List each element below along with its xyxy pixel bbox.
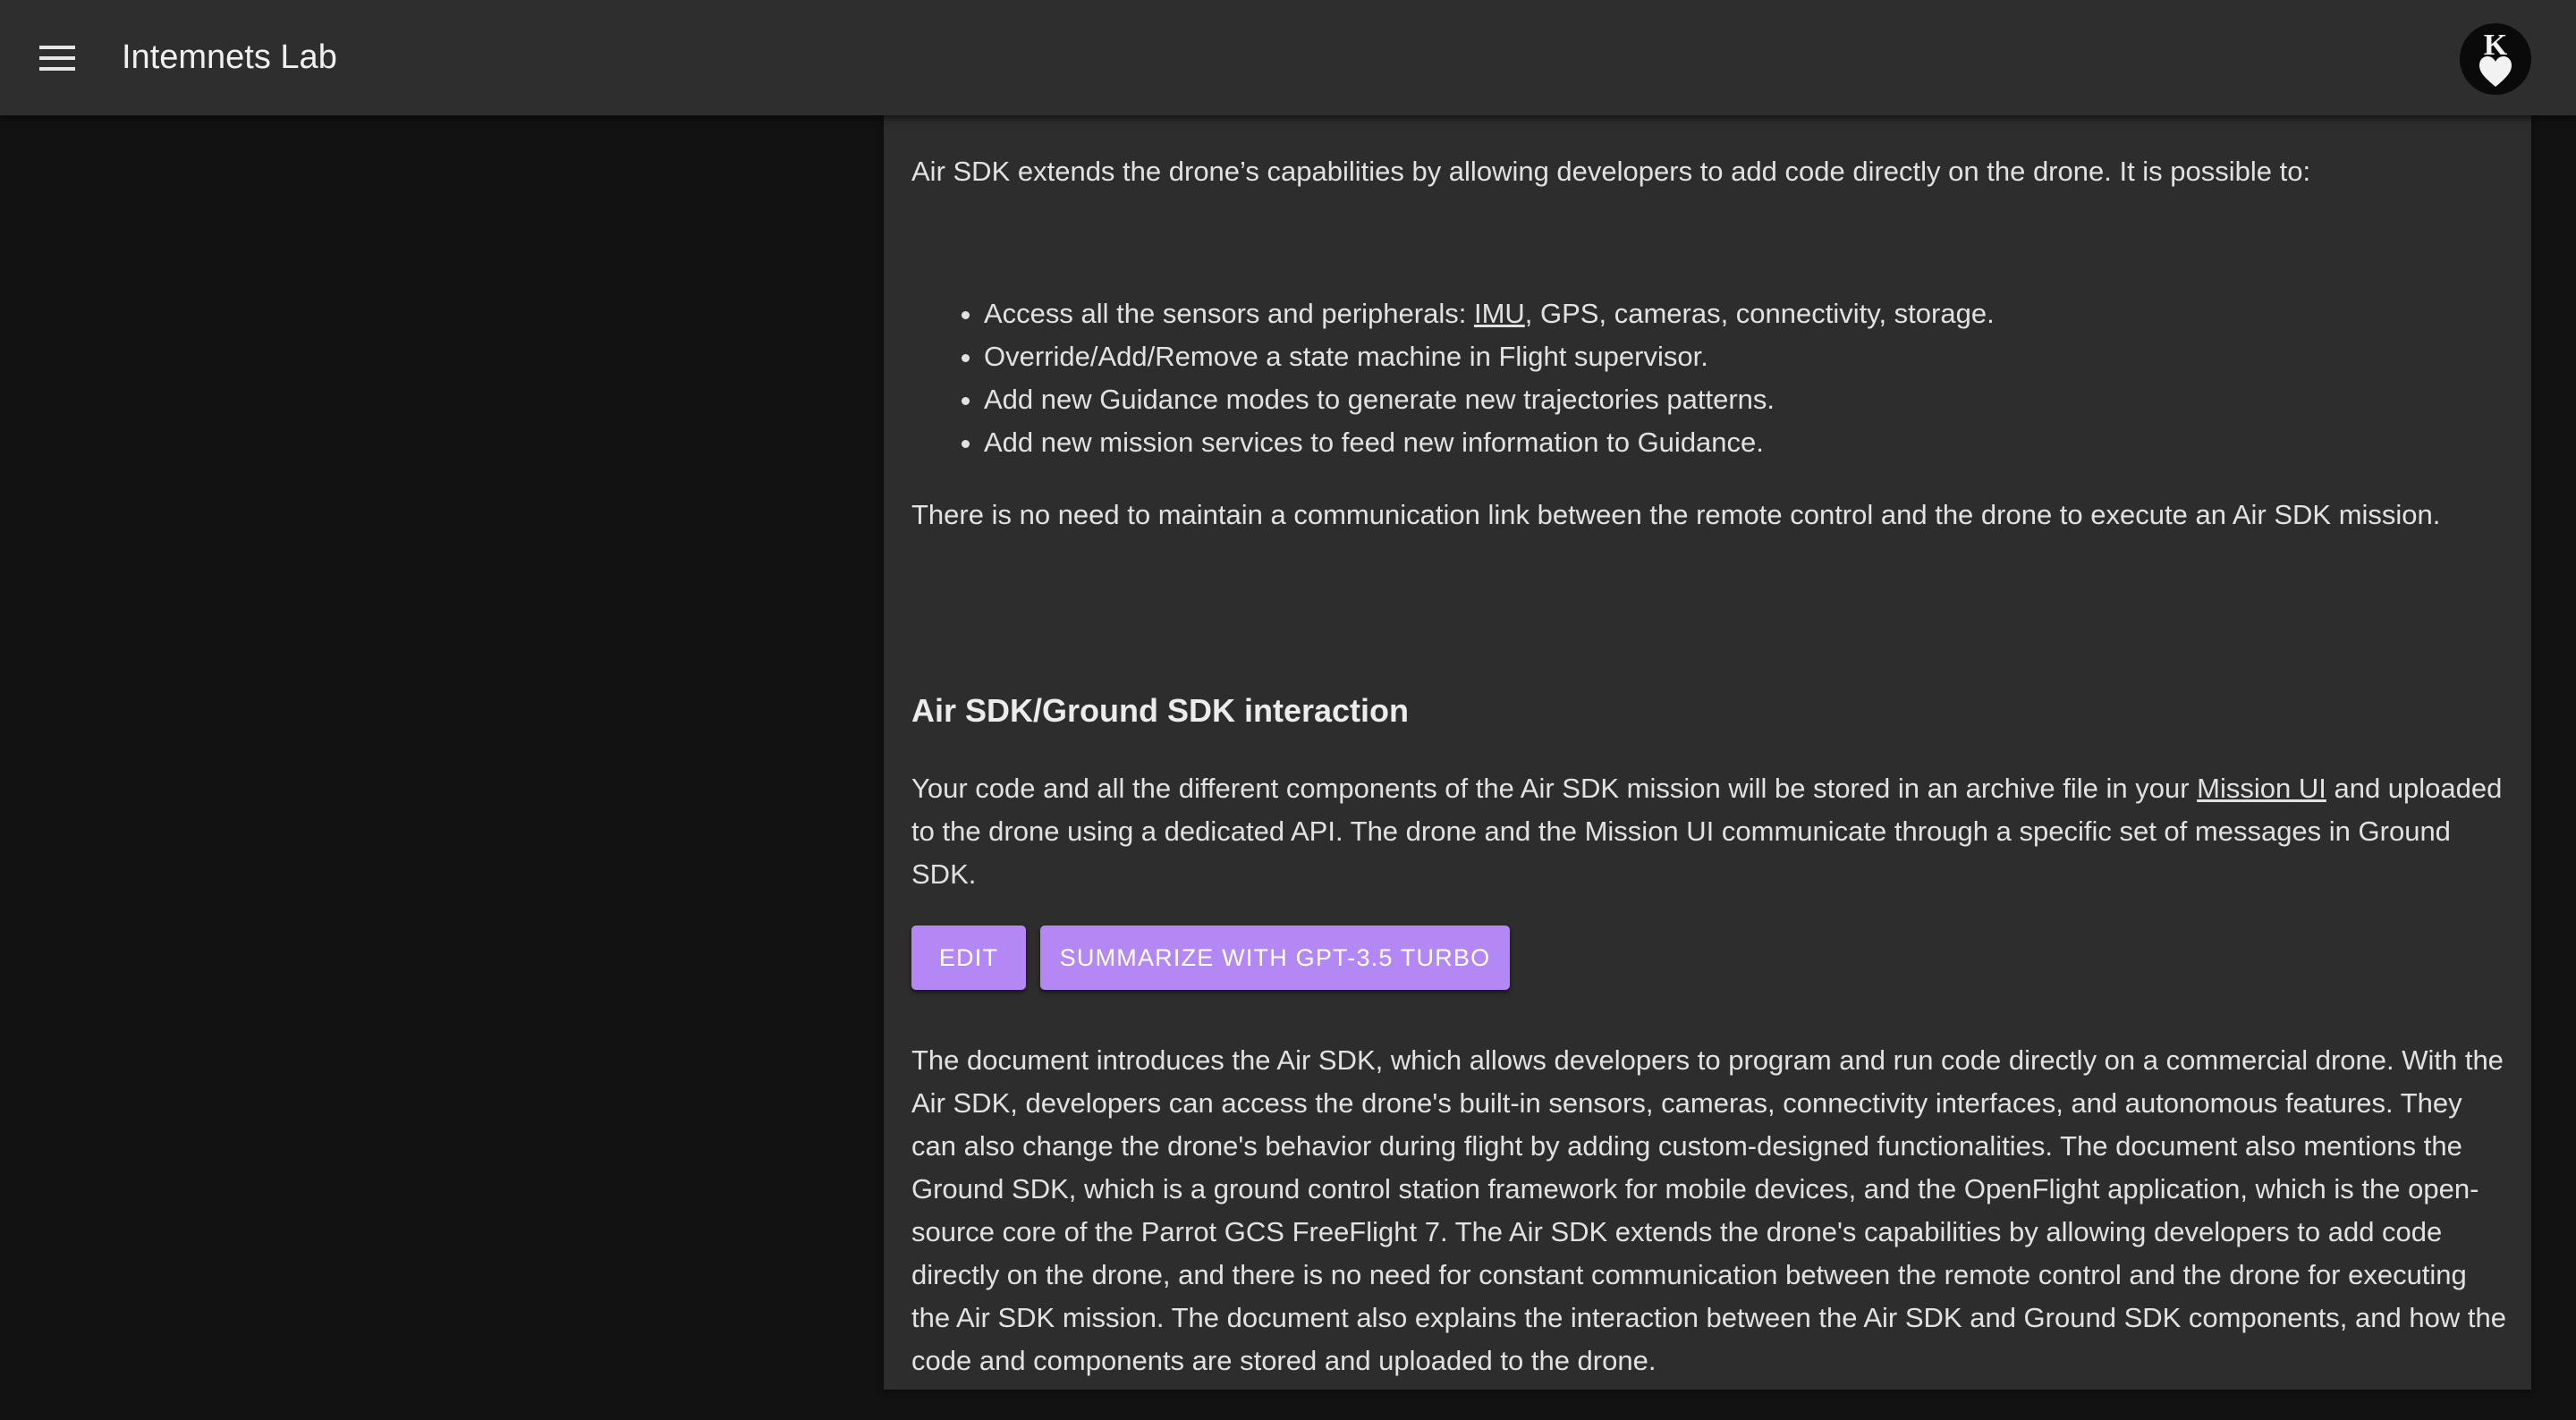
mission-ui-link[interactable]: Mission UI	[2197, 773, 2326, 804]
imu-link[interactable]: IMU	[1474, 298, 1525, 329]
avatar[interactable]: K	[2460, 23, 2531, 95]
summary-paragraph: The document introduces the Air SDK, whi…	[911, 1044, 2506, 1376]
list-item-text: , GPS, cameras, connectivity, storage.	[1524, 298, 1995, 329]
paragraph-text: Your code and all the different componen…	[911, 773, 2198, 804]
heart-icon: K	[2479, 30, 2512, 87]
app-title: Intemnets Lab	[122, 38, 337, 76]
capabilities-list: Access all the sensors and peripherals: …	[911, 292, 2576, 464]
list-item-text: Access all the sensors and peripherals:	[984, 298, 1474, 329]
list-item: Add new Guidance modes to generate new t…	[984, 378, 2576, 421]
summarize-button[interactable]: SUMMARIZE WITH GPT-3.5 TURBO	[1040, 926, 1510, 990]
list-item: Access all the sensors and peripherals: …	[984, 292, 2576, 335]
intro-paragraph: Air SDK extends the drone’s capabilities…	[911, 156, 2311, 187]
list-item: Add new mission services to feed new inf…	[984, 421, 2576, 464]
interaction-paragraph: Your code and all the different componen…	[911, 767, 2504, 896]
document-card: Air SDK extends the drone’s capabilities…	[884, 115, 2531, 1390]
list-item: Override/Add/Remove a state machine in F…	[984, 335, 2576, 378]
edit-button[interactable]: EDIT	[911, 926, 1026, 990]
sidebar	[0, 115, 884, 1420]
section-heading: Air SDK/Ground SDK interaction	[911, 692, 1410, 729]
hamburger-menu-icon[interactable]	[32, 36, 82, 80]
no-link-paragraph: There is no need to maintain a communica…	[911, 499, 2441, 530]
app-bar: Intemnets Lab K	[0, 0, 2576, 115]
